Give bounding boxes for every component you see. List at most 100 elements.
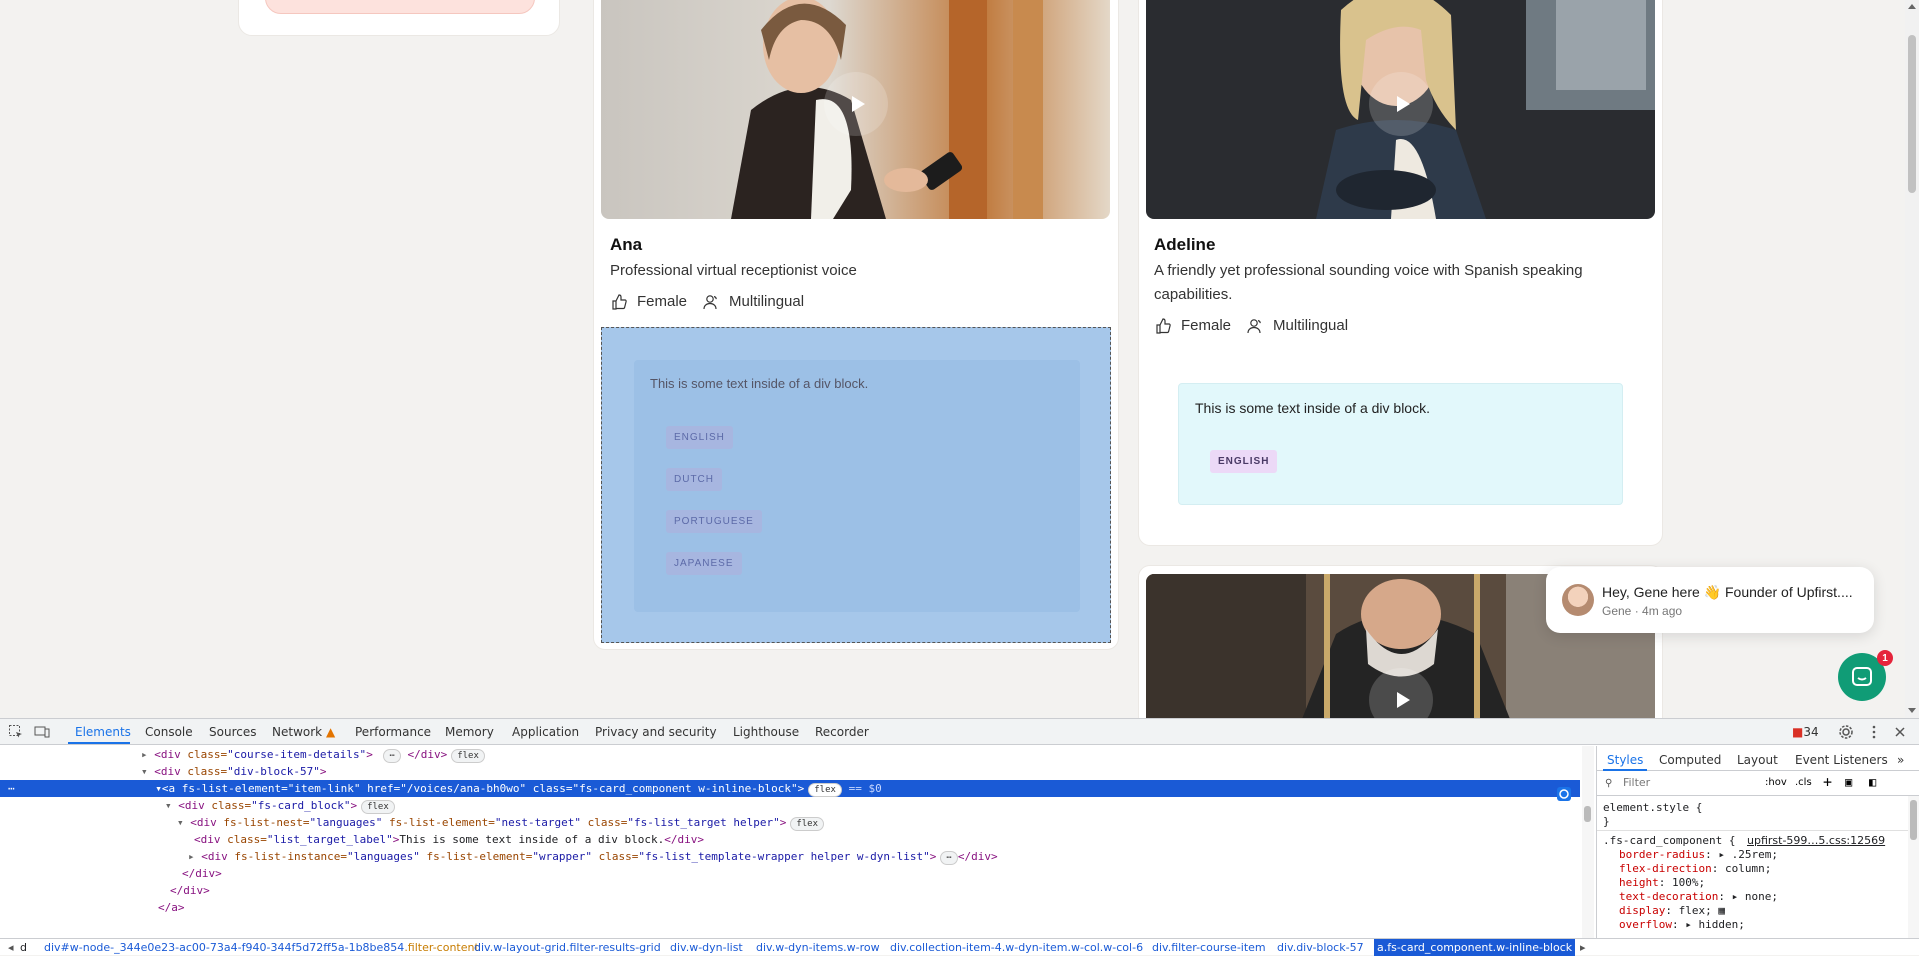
tab-lighthouse[interactable]: Lighthouse (733, 725, 799, 739)
styles-tabbar: Styles Computed Layout Event Listeners » (1597, 746, 1919, 771)
accessibility-icon[interactable] (1556, 786, 1572, 802)
voice-description: A friendly yet professional sounding voi… (1154, 262, 1583, 303)
tab-elements[interactable]: Elements (75, 725, 131, 739)
dom-node[interactable]: </a> (0, 899, 1580, 916)
dom-node[interactable]: ▸ <div class="course-item-details"> ⋯ </… (0, 746, 1580, 763)
styles-scrollbar[interactable] (1908, 796, 1919, 938)
dom-tree[interactable]: ▸ <div class="course-item-details"> ⋯ </… (0, 746, 1594, 938)
breadcrumb-item[interactable]: div.div-block-57 (1277, 941, 1364, 954)
flex-badge[interactable]: flex (790, 817, 825, 831)
flex-badge[interactable]: flex (361, 800, 395, 814)
breadcrumb-item[interactable]: d (20, 941, 27, 954)
chat-preview-toast[interactable]: Hey, Gene here 👋 Founder of Upfirst.... … (1546, 567, 1874, 633)
add-rule-icon[interactable]: + (1823, 773, 1832, 791)
highlighted-card-block: This is some text inside of a div block.… (601, 327, 1111, 643)
breadcrumb-item[interactable]: div.filter-course-item (1152, 941, 1266, 954)
scrollbar-thumb[interactable] (1910, 800, 1917, 840)
css-declaration[interactable]: border-radius: ▸ .25rem; (1619, 848, 1778, 861)
sidebar-toggle-icon[interactable]: ◧ (1869, 775, 1876, 789)
dom-node[interactable]: </div> (0, 882, 1580, 899)
flex-badge[interactable]: flex (451, 749, 485, 763)
inspect-element-icon[interactable] (8, 724, 24, 740)
tab-recorder[interactable]: Recorder (815, 725, 869, 739)
tab-privacy-security[interactable]: Privacy and security (595, 725, 717, 739)
element-style-selector[interactable]: element.style { (1603, 801, 1702, 814)
tab-application[interactable]: Application (512, 725, 579, 739)
dom-node[interactable]: <div class="list_target_label">This is s… (0, 831, 1580, 848)
voice-meta: Female Multilingual (611, 293, 804, 310)
voice-name[interactable]: Adeline (1154, 235, 1215, 255)
tab-layout[interactable]: Layout (1737, 753, 1778, 767)
scroll-down-arrow[interactable] (1908, 708, 1916, 713)
breadcrumb-item[interactable]: div.w-dyn-list (670, 941, 743, 954)
play-button[interactable] (824, 72, 888, 136)
tab-sources[interactable]: Sources (209, 725, 256, 739)
css-declaration[interactable]: overflow: ▸ hidden; (1619, 918, 1745, 931)
css-declaration[interactable]: display: flex; ▦ (1619, 904, 1725, 917)
breadcrumb-item-selected[interactable]: a.fs-card_component.w-inline-block (1374, 939, 1576, 956)
devtools-tabbar: Elements Console Sources Network ▲ Perfo… (0, 719, 1919, 745)
voice-name[interactable]: Ana (610, 235, 642, 255)
tab-event-listeners[interactable]: Event Listeners (1795, 753, 1888, 767)
hov-toggle[interactable]: :hov (1765, 777, 1787, 788)
chat-preview-meta: Gene · 4m ago (1602, 604, 1683, 618)
tab-styles[interactable]: Styles (1607, 753, 1643, 767)
device-toolbar-icon[interactable] (34, 724, 50, 740)
page-viewport: Ana Professional virtual receptionist vo… (0, 0, 1919, 718)
breadcrumb-scroll-right[interactable]: ▸ (1580, 941, 1586, 954)
scrollbar-thumb[interactable] (1584, 806, 1591, 822)
voice-photo-adeline[interactable] (1146, 0, 1655, 219)
ellipsis-badge[interactable]: ⋯ (940, 851, 958, 865)
cls-toggle[interactable]: .cls (1795, 777, 1812, 788)
voice-photo-ana[interactable] (601, 0, 1110, 219)
person-icon (1247, 318, 1261, 333)
filter-icon: ⚲ (1605, 778, 1613, 789)
flex-badge[interactable]: flex (808, 783, 842, 797)
person-icon (703, 294, 717, 309)
breadcrumb-item[interactable]: div.collection-item-4.w-dyn-item.w-col.w… (890, 941, 1143, 954)
chat-bubble-icon (1852, 667, 1872, 686)
breadcrumb: ◂ d div#w-node-_344e0e23-ac00-73a4-f940-… (0, 938, 1919, 956)
tab-network[interactable]: Network ▲ (272, 725, 335, 739)
more-options-icon[interactable] (1866, 724, 1882, 740)
active-tab-indicator (68, 742, 130, 744)
settings-gear-icon[interactable] (1838, 724, 1854, 740)
dom-node[interactable]: ▾ <div fs-list-nest="languages" fs-list-… (0, 814, 1580, 831)
rule-close: } (1603, 815, 1610, 828)
css-declaration[interactable]: text-decoration: ▸ none; (1619, 890, 1778, 903)
flexbox-editor-icon[interactable]: ▦ (1718, 904, 1725, 917)
breadcrumb-item[interactable]: div.w-dyn-items.w-row (756, 941, 880, 954)
stylesheet-link[interactable]: upfirst-599…5.css:12569 (1747, 834, 1885, 847)
tab-performance[interactable]: Performance (355, 725, 431, 739)
tab-console[interactable]: Console (145, 725, 193, 739)
play-button[interactable] (1369, 72, 1433, 136)
warning-icon: ▲ (325, 725, 336, 739)
tab-memory[interactable]: Memory (445, 725, 494, 739)
css-declaration[interactable]: flex-direction: column; (1619, 862, 1771, 875)
filter-reset-button[interactable] (265, 0, 535, 14)
scroll-up-arrow[interactable] (1908, 4, 1916, 9)
dom-node[interactable]: ▾ <div class="div-block-57"> (0, 763, 1580, 780)
page-scrollbar[interactable] (1905, 0, 1919, 718)
close-icon[interactable] (1892, 724, 1908, 740)
tab-computed[interactable]: Computed (1659, 753, 1721, 767)
row-menu-icon[interactable]: ⋯ (8, 782, 15, 795)
dom-node[interactable]: ▸ <div fs-list-instance="languages" fs-l… (0, 848, 1580, 865)
paint-icon[interactable]: ▣ (1845, 775, 1852, 789)
dom-node-selected[interactable]: ⋯ ▾<a fs-list-element="item-link" href="… (0, 780, 1580, 797)
ellipsis-badge[interactable]: ⋯ (383, 749, 401, 763)
dom-scrollbar[interactable] (1582, 746, 1594, 938)
breadcrumb-item[interactable]: div.w-layout-grid.filter-results-grid (474, 941, 661, 954)
more-tabs-icon[interactable]: » (1897, 753, 1904, 767)
language-tag: JAPANESE (666, 552, 742, 575)
dom-node[interactable]: ▾ <div class="fs-card_block"> flex (0, 797, 1580, 814)
scrollbar-thumb[interactable] (1908, 35, 1916, 193)
css-declaration[interactable]: height: 100%; (1619, 876, 1705, 889)
breadcrumb-item[interactable]: div#w-node-_344e0e23-ac00-73a4-f940-344f… (44, 941, 479, 954)
breadcrumb-scroll-left[interactable]: ◂ (8, 941, 14, 954)
issues-counter[interactable]: ■34 (1792, 725, 1819, 739)
rule-selector[interactable]: .fs-card_component { (1603, 834, 1735, 847)
dom-node[interactable]: </div> (0, 865, 1580, 882)
filter-input[interactable]: ⚲ Filter (1605, 776, 1755, 792)
voice-meta: Female Multilingual (1155, 317, 1348, 334)
